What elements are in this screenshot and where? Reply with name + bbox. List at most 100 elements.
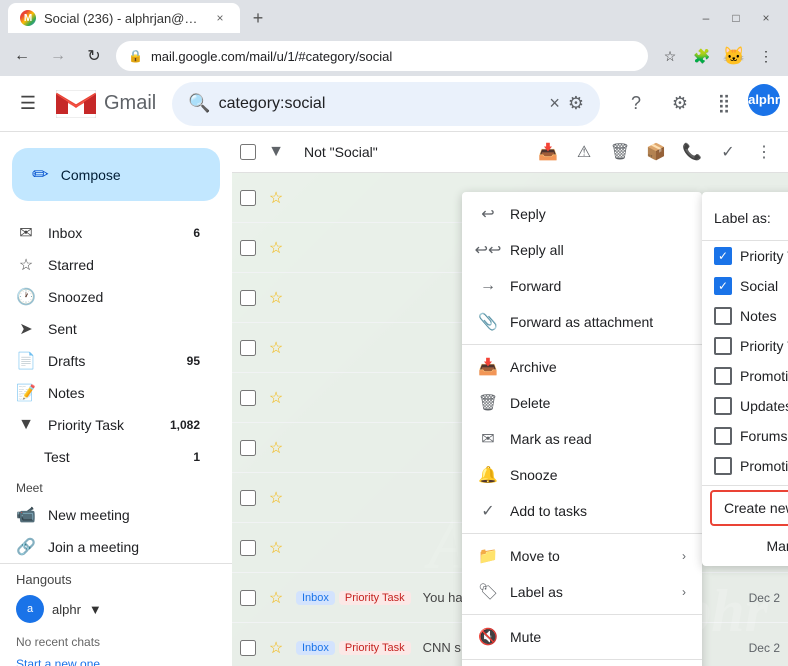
label-priority-task-te[interactable]: Priority Task/Te... (702, 331, 788, 361)
label-promotions[interactable]: Promotions (702, 451, 788, 481)
label-social[interactable]: ✓ Social (702, 271, 788, 301)
context-menu-mute[interactable]: 🔇 Mute (462, 619, 702, 655)
active-tab[interactable]: M Social (236) - alphrjan@gmail.co... × (8, 3, 240, 33)
back-button[interactable]: ← (8, 42, 36, 70)
star-icon[interactable]: ☆ (264, 636, 288, 660)
search-bar[interactable]: 🔍 × ⚙ (172, 82, 600, 126)
promotions-checkbox[interactable] (714, 457, 732, 475)
context-menu-move-to[interactable]: 📁 Move to › (462, 538, 702, 574)
more-toolbar-icon[interactable]: ⋮ (748, 136, 780, 168)
menu-icon[interactable]: ⋮ (752, 42, 780, 70)
search-options-icon[interactable]: ⚙ (568, 93, 584, 114)
minimize-button[interactable]: – (692, 4, 720, 32)
promotion-checkbox[interactable] (714, 367, 732, 385)
sidebar-item-starred[interactable]: ☆ Starred (0, 249, 216, 281)
email-checkbox[interactable] (240, 490, 256, 506)
forums-checkbox[interactable] (714, 427, 732, 445)
notes-checkbox[interactable] (714, 307, 732, 325)
priority-task-te-checkbox[interactable] (714, 337, 732, 355)
email-checkbox[interactable] (240, 240, 256, 256)
star-icon[interactable]: ☆ (264, 386, 288, 410)
sidebar-item-drafts[interactable]: 📄 Drafts 95 (0, 345, 216, 377)
label-promotion[interactable]: Promotion (702, 361, 788, 391)
label-priority-task[interactable]: ✓ Priority Task (702, 241, 788, 271)
context-menu-forward-attachment[interactable]: 📎 Forward as attachment (462, 304, 702, 340)
reload-button[interactable]: ↻ (80, 42, 108, 70)
context-menu-add-tasks[interactable]: ✓ Add to tasks (462, 493, 702, 529)
email-checkbox[interactable] (240, 590, 256, 606)
delete-toolbar-icon[interactable]: 🗑 (604, 136, 636, 168)
sort-dropdown-button[interactable]: ▼ (260, 136, 292, 168)
sidebar-item-snoozed[interactable]: 🕐 Snoozed (0, 281, 216, 313)
maximize-button[interactable]: □ (722, 4, 750, 32)
gmail-text: Gmail (104, 92, 156, 115)
extensions-icon[interactable]: 🧩 (688, 42, 716, 70)
search-clear-icon[interactable]: × (549, 93, 560, 114)
sidebar-item-sent[interactable]: ➤ Sent (0, 313, 216, 345)
context-menu-reply-all[interactable]: ↩↩ Reply all (462, 232, 702, 268)
context-menu-snooze[interactable]: 🔔 Snooze (462, 457, 702, 493)
context-menu-mark-read[interactable]: ✉ Mark as read (462, 421, 702, 457)
bookmark-icon[interactable]: ☆ (656, 42, 684, 70)
priority-task-tag: Priority Task (339, 591, 411, 605)
star-icon[interactable]: ☆ (264, 236, 288, 260)
apps-button[interactable]: ⣿ (704, 84, 744, 124)
search-input[interactable] (219, 95, 542, 113)
user-avatar[interactable]: alphr (748, 84, 780, 116)
context-menu-reply[interactable]: ↩ Reply (462, 196, 702, 232)
settings-button[interactable]: ⚙ (660, 84, 700, 124)
email-checkbox[interactable] (240, 290, 256, 306)
email-checkbox[interactable] (240, 640, 256, 656)
create-new-button[interactable]: Create new (710, 490, 788, 526)
check-icon[interactable]: ✓ (712, 136, 744, 168)
tab-close-button[interactable]: × (212, 10, 228, 26)
hangouts-user[interactable]: a alphr ▼ (16, 595, 216, 623)
sidebar-item-inbox[interactable]: ✉ Inbox 6 (0, 217, 216, 249)
profile-icon[interactable]: 🐱 (720, 42, 748, 70)
label-updates[interactable]: Updates (702, 391, 788, 421)
hamburger-menu[interactable]: ☰ (8, 84, 48, 124)
url-bar[interactable]: 🔒 mail.google.com/mail/u/1/#category/soc… (116, 41, 648, 71)
label-forums[interactable]: Forums (702, 421, 788, 451)
phone-icon[interactable]: 📞 (676, 136, 708, 168)
star-icon[interactable]: ☆ (264, 286, 288, 310)
star-icon[interactable]: ☆ (264, 536, 288, 560)
new-meeting-item[interactable]: 📹 New meeting (0, 499, 232, 531)
email-checkbox[interactable] (240, 540, 256, 556)
star-icon[interactable]: ☆ (264, 586, 288, 610)
context-menu-delete[interactable]: 🗑 Delete (462, 385, 702, 421)
close-button[interactable]: × (752, 4, 780, 32)
email-checkbox[interactable] (240, 340, 256, 356)
email-checkbox[interactable] (240, 440, 256, 456)
sidebar-item-test[interactable]: Test 1 (0, 441, 216, 473)
start-new-text[interactable]: Start a new one (16, 653, 216, 666)
priority-task-checkbox[interactable]: ✓ (714, 247, 732, 265)
context-menu-archive[interactable]: 📥 Archive (462, 349, 702, 385)
compose-button[interactable]: ✏ Compose (12, 148, 220, 201)
sent-label: Sent (48, 321, 200, 337)
forward-button[interactable]: → (44, 42, 72, 70)
updates-checkbox[interactable] (714, 397, 732, 415)
move-to-icon: 📁 (478, 546, 498, 566)
archive-toolbar-icon[interactable]: 📦 (640, 136, 672, 168)
join-meeting-item[interactable]: 🔗 Join a meeting (0, 531, 232, 563)
star-icon[interactable]: ☆ (264, 186, 288, 210)
sidebar-item-priority-task[interactable]: ▼ Priority Task 1,082 (0, 409, 216, 441)
star-icon[interactable]: ☆ (264, 486, 288, 510)
star-icon[interactable]: ☆ (264, 436, 288, 460)
manage-labels-button[interactable]: Manage labels (702, 530, 788, 562)
new-tab-button[interactable]: + (244, 4, 272, 32)
star-icon[interactable]: ☆ (264, 336, 288, 360)
select-all-checkbox[interactable] (240, 144, 256, 160)
label-notes[interactable]: Notes (702, 301, 788, 331)
forward-attachment-icon: 📎 (478, 312, 498, 332)
context-menu-label-as[interactable]: 🏷 Label as › (462, 574, 702, 610)
help-button[interactable]: ? (616, 84, 656, 124)
sidebar-item-notes[interactable]: 📝 Notes (0, 377, 216, 409)
context-menu-forward[interactable]: → Forward (462, 268, 702, 304)
email-checkbox[interactable] (240, 390, 256, 406)
social-checkbox[interactable]: ✓ (714, 277, 732, 295)
email-checkbox[interactable] (240, 190, 256, 206)
add-category-icon[interactable]: 📥 (532, 136, 564, 168)
alert-icon[interactable]: ⚠ (568, 136, 600, 168)
